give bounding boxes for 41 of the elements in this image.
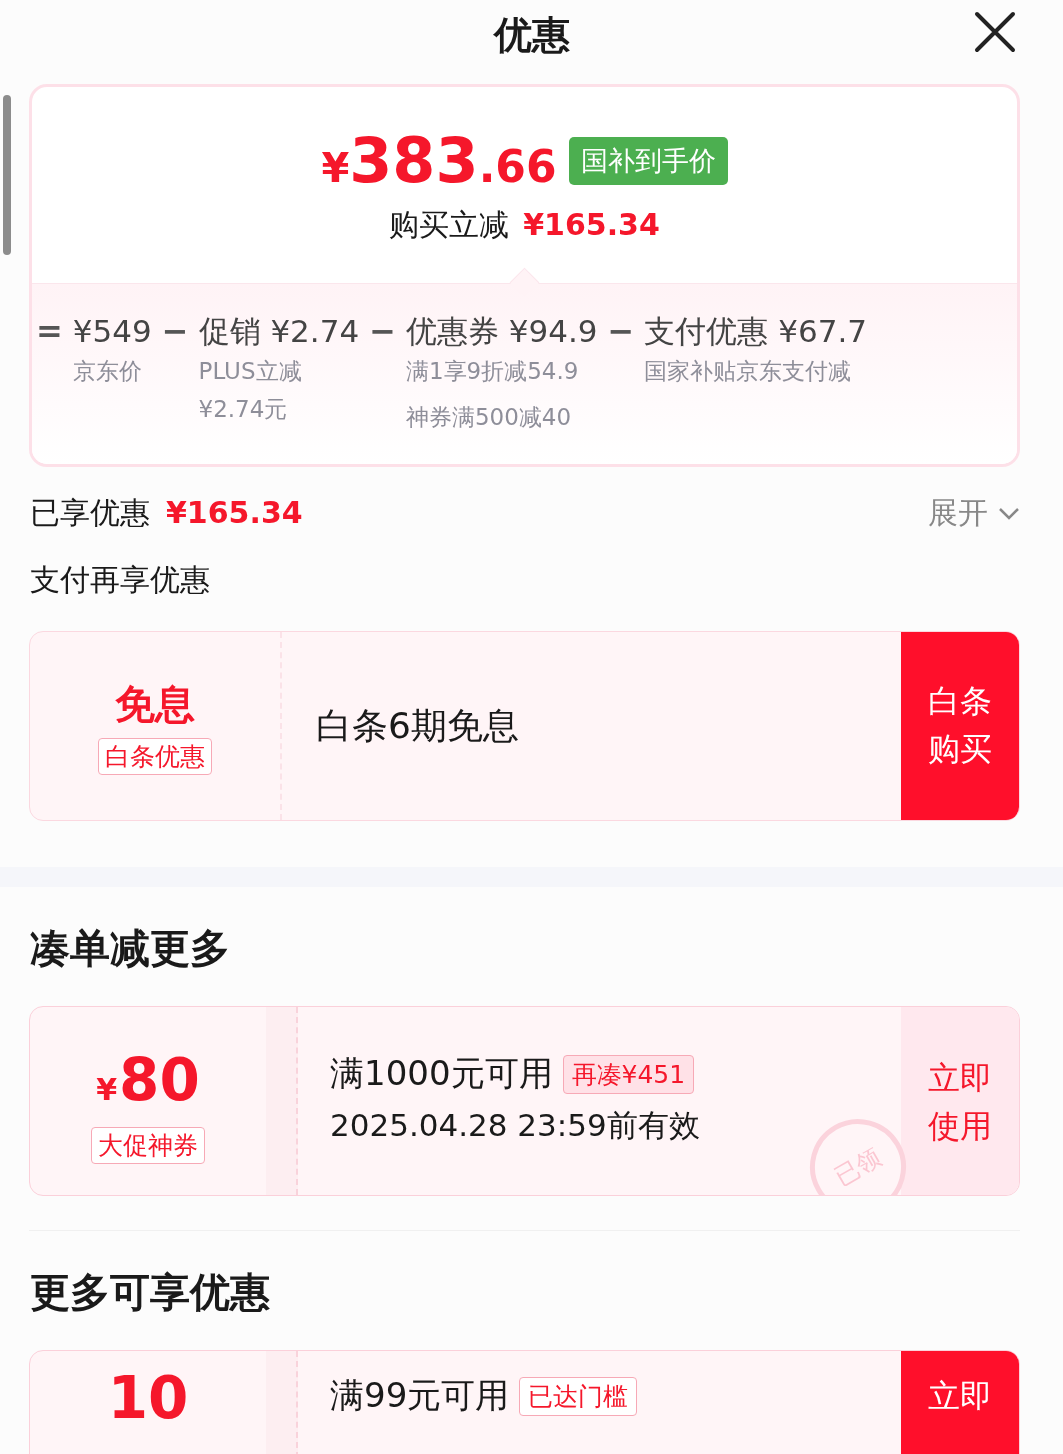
buy-button[interactable]: 白条 购买 — [901, 632, 1019, 820]
chevron-icon — [998, 506, 1020, 521]
coupon-amount: 10 — [107, 1365, 189, 1431]
use-button[interactable]: 立即 — [901, 1351, 1019, 1454]
section-title: 更多可享优惠 — [30, 1268, 271, 1317]
coupon-condition: 满99元可用 — [330, 1374, 510, 1417]
breakdown-amount: 支付优惠 ¥67.7 — [644, 312, 867, 351]
coupon-condition: 满1000元可用 — [330, 1052, 553, 1095]
equals-sign: = — [36, 311, 63, 352]
subsidy-badge: 国补到手价 — [568, 136, 728, 185]
use-button[interactable]: 立即 使用 — [901, 1007, 1019, 1195]
enjoyed-label: 已享优惠 — [30, 494, 150, 532]
minus-sign: − — [369, 311, 396, 352]
interest-free-label: 免息 — [115, 680, 195, 729]
coupon-tag: 白条优惠 — [98, 738, 212, 775]
coupon-tag: 大促神券 — [91, 1127, 205, 1164]
breakdown-note: ¥2.74元 — [198, 395, 289, 424]
threshold-badge: 再凑¥451 — [562, 1054, 695, 1094]
minus-sign: − — [161, 311, 189, 352]
breakdown-note: 国家补贴京东支付减 — [644, 357, 853, 386]
expand-toggle[interactable]: 展开 — [928, 493, 1020, 534]
minus-sign: − — [607, 311, 635, 352]
close-icon[interactable] — [973, 10, 1017, 54]
coupon-amount: ¥80 — [96, 1047, 200, 1116]
threshold-badge: 已达门槛 — [519, 1376, 638, 1416]
breakdown-note: PLUS立减 — [198, 357, 303, 386]
enjoyed-amount: ¥165.34 — [166, 495, 303, 530]
breakdown-note: 神券满500减40 — [405, 403, 573, 432]
sheet-title: 优惠 — [493, 11, 570, 59]
saving-amount: ¥165.34 — [523, 207, 660, 242]
coupon-validity: 2025.04.28 23:59前有效 — [330, 1106, 701, 1145]
breakdown-amount: 促销 ¥2.74 — [198, 312, 360, 351]
section-title: 凑单减更多 — [30, 924, 231, 973]
saving-label: 购买立减 — [389, 206, 510, 244]
payment-description: 白条6期免息 — [315, 703, 520, 748]
breakdown-amount: ¥549 — [72, 312, 152, 351]
breakdown-note: 满1享9折减54.9 — [405, 357, 580, 386]
breakdown-note: 京东价 — [72, 357, 143, 386]
section-title: 支付再享优惠 — [30, 561, 211, 599]
breakdown-amount: 优惠券 ¥94.9 — [405, 312, 598, 351]
final-price: ¥383.66 — [321, 124, 557, 197]
